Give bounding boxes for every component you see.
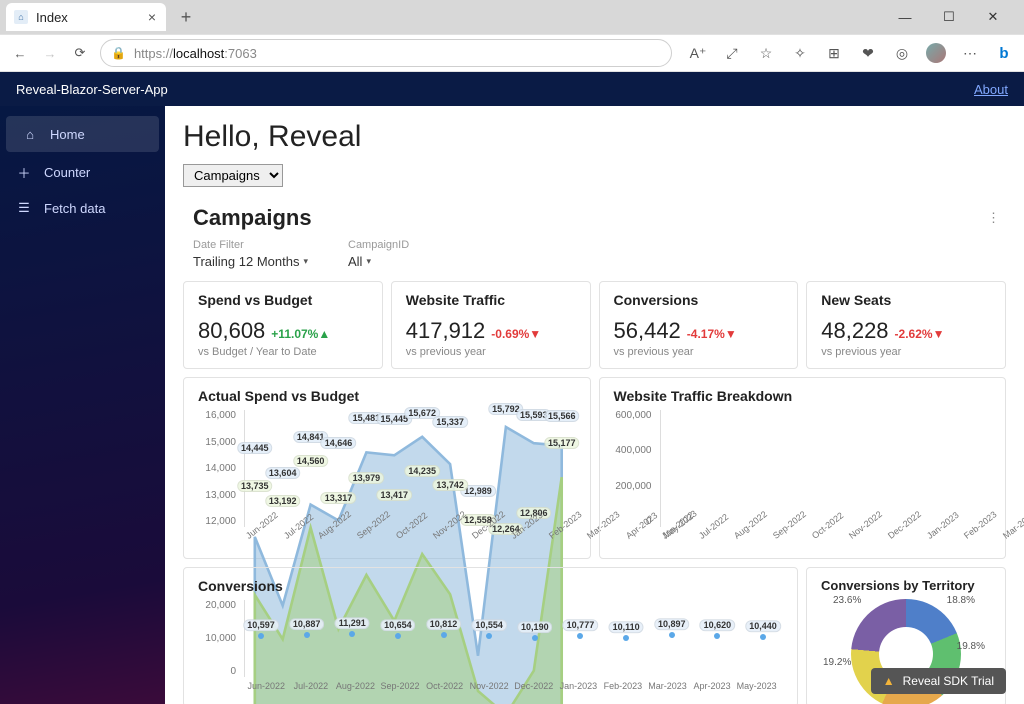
maximize-button[interactable]: ☐ (936, 4, 962, 30)
sidebar-item-fetch-data[interactable]: ☰ Fetch data (0, 190, 165, 226)
read-aloud-icon[interactable]: A⁺ (688, 43, 708, 63)
kpi-row: Spend vs Budget 80,608 +11.07%▲ vs Budge… (183, 281, 1006, 369)
app-header: Reveal-Blazor-Server-App About (0, 72, 1024, 106)
site-info-icon[interactable]: 🔒 (111, 46, 126, 60)
trial-badge: ▲ Reveal SDK Trial (871, 668, 1006, 694)
chart-website-traffic-breakdown: Website Traffic Breakdown 600,000400,000… (599, 377, 1007, 559)
extension-icon-3[interactable]: ◎ (892, 43, 912, 63)
tab-favicon: ⌂ (14, 10, 28, 24)
forward-button: → (40, 43, 60, 63)
sidebar-item-home[interactable]: ⌂ Home (6, 116, 159, 152)
page-greeting: Hello, Reveal (183, 120, 1006, 154)
sidebar-item-label: Home (50, 127, 85, 142)
kpi-card: New Seats 48,228 -2.62%▼ vs previous yea… (806, 281, 1006, 369)
sidebar-item-label: Fetch data (44, 201, 105, 216)
tab-strip: ⌂ Index × + — ☐ ✕ (0, 0, 1024, 34)
date-filter[interactable]: Date Filter Trailing 12 Months▾ (193, 239, 308, 269)
back-button[interactable]: ← (10, 43, 30, 63)
dashboard-menu-icon[interactable]: ⋮ (983, 206, 1006, 230)
tab-title: Index (36, 10, 68, 25)
refresh-button[interactable]: ⟳ (70, 43, 90, 63)
content: Hello, Reveal Campaigns Campaigns ⋮ Date… (165, 106, 1024, 704)
close-window-button[interactable]: ✕ (980, 4, 1006, 30)
close-tab-icon[interactable]: × (148, 9, 156, 25)
app-title: Reveal-Blazor-Server-App (16, 82, 168, 97)
url-box[interactable]: 🔒 https://localhost:7063 (100, 39, 672, 67)
sidebar: ⌂ Home ＋ Counter ☰ Fetch data (0, 106, 165, 704)
sidebar-item-counter[interactable]: ＋ Counter (0, 154, 165, 190)
extension-icon-2[interactable]: ❤ (858, 43, 878, 63)
warning-icon: ▲ (883, 674, 895, 688)
date-filter-label: Date Filter (193, 239, 308, 251)
collections-icon[interactable]: ⊞ (824, 43, 844, 63)
kpi-card: Conversions 56,442 -4.17%▼ vs previous y… (599, 281, 799, 369)
kpi-card: Website Traffic 417,912 -0.69%▼ vs previ… (391, 281, 591, 369)
dashboard-select[interactable]: Campaigns (183, 164, 283, 187)
about-link[interactable]: About (974, 82, 1008, 97)
chevron-down-icon: ▾ (303, 256, 308, 267)
minimize-button[interactable]: — (892, 4, 918, 30)
new-tab-button[interactable]: + (172, 3, 200, 31)
window-controls: — ☐ ✕ (892, 4, 1018, 30)
url-text: https://localhost:7063 (134, 46, 257, 61)
browser-tab[interactable]: ⌂ Index × (6, 3, 166, 31)
address-bar: ← → ⟳ 🔒 https://localhost:7063 A⁺ ⤢ ☆ ✧ … (0, 34, 1024, 72)
extension-icon-1[interactable]: ✧ (790, 43, 810, 63)
dashboard-title: Campaigns (193, 205, 312, 231)
campaign-filter[interactable]: CampaignID All▾ (348, 239, 409, 269)
list-icon: ☰ (16, 200, 32, 216)
kpi-card: Spend vs Budget 80,608 +11.07%▲ vs Budge… (183, 281, 383, 369)
plus-icon: ＋ (16, 164, 32, 180)
profile-avatar[interactable] (926, 43, 946, 63)
chart-conversions: Conversions 20,00010,000010,59710,88711,… (183, 567, 798, 704)
favorite-icon[interactable]: ☆ (756, 43, 776, 63)
chevron-down-icon: ▾ (366, 256, 371, 267)
zoom-icon[interactable]: ⤢ (722, 43, 742, 63)
campaign-filter-label: CampaignID (348, 239, 409, 251)
bing-chat-icon[interactable]: b (994, 43, 1014, 63)
more-menu-icon[interactable]: ⋯ (960, 43, 980, 63)
chart-actual-spend-vs-budget: Actual Spend vs Budget 16,00015,00014,00… (183, 377, 591, 559)
home-icon: ⌂ (22, 126, 38, 142)
sidebar-item-label: Counter (44, 165, 90, 180)
browser-chrome: ⌂ Index × + — ☐ ✕ ← → ⟳ 🔒 https://localh… (0, 0, 1024, 72)
